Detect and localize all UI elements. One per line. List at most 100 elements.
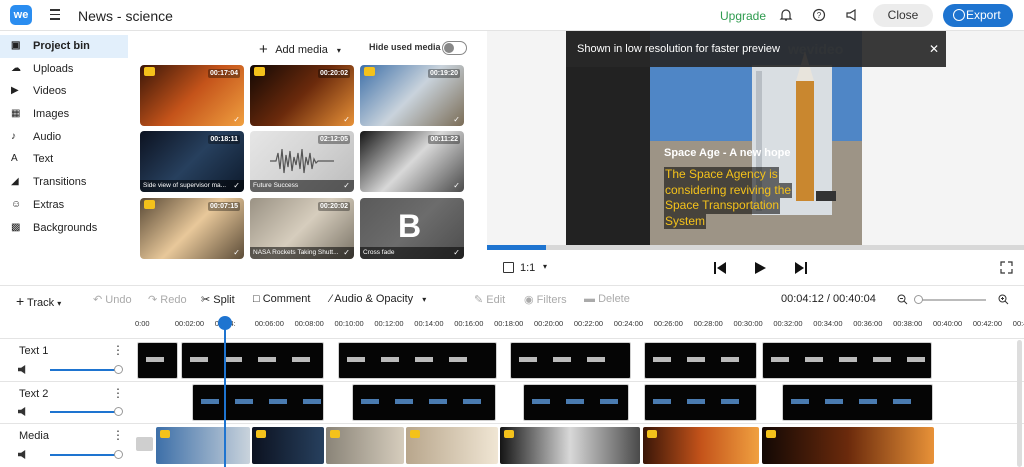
- media-clip[interactable]: [326, 427, 404, 464]
- media-clip[interactable]: [406, 427, 498, 464]
- track-name[interactable]: Text 1: [19, 345, 48, 357]
- check-icon: ✓: [233, 181, 240, 190]
- sidebar-item-uploads[interactable]: ☁ Uploads: [0, 58, 128, 81]
- sidebar-item-label: Project bin: [33, 40, 90, 52]
- edit-button[interactable]: ✎ Edit: [474, 293, 505, 306]
- comment-button[interactable]: □ Comment: [253, 293, 310, 305]
- playhead-handle[interactable]: [218, 316, 232, 330]
- sidebar-item-project-bin[interactable]: ▣ Project bin: [0, 35, 128, 58]
- media-clip[interactable]: [252, 427, 324, 464]
- sidebar-item-text[interactable]: A Text: [0, 148, 128, 171]
- playback-progress[interactable]: [487, 245, 1024, 250]
- media-clip[interactable]: [156, 427, 250, 464]
- export-button[interactable]: Export: [943, 4, 1013, 27]
- ruler-tick-label: 00:26:00: [653, 319, 683, 328]
- track-volume[interactable]: [18, 407, 123, 417]
- text-clip[interactable]: [762, 342, 932, 379]
- sidebar-item-label: Text: [33, 153, 54, 166]
- zoom-slider-knob[interactable]: [914, 295, 923, 304]
- close-icon[interactable]: ✕: [929, 42, 939, 56]
- text-clip[interactable]: [510, 342, 631, 379]
- text-clip[interactable]: [338, 342, 497, 379]
- track-name[interactable]: Media: [19, 430, 49, 442]
- sidebar-item-backgrounds[interactable]: ▩ Backgrounds: [0, 217, 128, 240]
- media-caption: NASA Rockets Taking Shutt...: [250, 247, 354, 259]
- project-title[interactable]: News - science: [78, 8, 173, 24]
- video-icon: ▶: [11, 85, 19, 97]
- media-thumbnail[interactable]: 00:20:02 ✓: [250, 65, 354, 126]
- add-media-label: Add media: [275, 44, 328, 56]
- redo-button[interactable]: ↷ Redo: [148, 293, 187, 306]
- more-vertical-icon[interactable]: ⋮: [112, 428, 124, 442]
- text-clip[interactable]: [181, 342, 324, 379]
- media-thumbnail[interactable]: 00:18:11 Side view of supervisor ma... ✓: [140, 131, 244, 192]
- crown-icon: [254, 67, 265, 76]
- audio-opacity-button[interactable]: ⁄ Audio & Opacity ▾: [330, 293, 426, 305]
- sidebar-item-videos[interactable]: ▶ Videos: [0, 80, 128, 103]
- trash-icon: ▬: [584, 293, 595, 305]
- text-clip[interactable]: [644, 342, 757, 379]
- zoom-slider[interactable]: [918, 299, 986, 301]
- play-icon[interactable]: [754, 261, 767, 275]
- wevideo-logo[interactable]: we: [10, 5, 32, 25]
- media-thumbnail[interactable]: 02:12:05 Future Success ✓: [250, 131, 354, 192]
- more-vertical-icon[interactable]: ⋮: [112, 386, 124, 400]
- upgrade-link[interactable]: Upgrade: [720, 9, 766, 23]
- text-clip[interactable]: [523, 384, 629, 421]
- hide-used-toggle[interactable]: [442, 41, 467, 55]
- add-track-button[interactable]: + Track ▾: [16, 293, 61, 309]
- zoom-in-icon[interactable]: [998, 294, 1009, 305]
- media-thumbnail[interactable]: 00:07:15 ✓: [140, 198, 244, 259]
- media-thumbnail[interactable]: 00:17:04 ✓: [140, 65, 244, 126]
- close-button[interactable]: Close: [873, 4, 933, 27]
- filters-button[interactable]: ◉ Filters: [524, 293, 567, 306]
- skip-forward-icon[interactable]: [794, 261, 808, 275]
- sidebar-item-transitions[interactable]: ◢ Transitions: [0, 171, 128, 194]
- skip-back-icon[interactable]: [713, 261, 727, 275]
- timeline-scrollbar[interactable]: [1017, 340, 1022, 467]
- text-clip[interactable]: [352, 384, 496, 421]
- timeline-ruler[interactable]: 0:0000:02:0000:04:00:06:0000:08:0000:10:…: [135, 315, 1024, 333]
- sidebar-item-extras[interactable]: ☺ Extras: [0, 194, 128, 217]
- track-thumbnail-toggle[interactable]: [136, 437, 153, 451]
- crown-icon: [504, 430, 514, 438]
- sidebar-item-audio[interactable]: ♪ Audio: [0, 126, 128, 149]
- more-vertical-icon[interactable]: ⋮: [112, 343, 124, 357]
- ruler-tick-label: 00:38:00: [893, 319, 923, 328]
- sidebar-item-images[interactable]: ▦ Images: [0, 103, 128, 126]
- media-thumbnail[interactable]: 00:19:20 ✓: [360, 65, 464, 126]
- chevron-down-icon[interactable]: ▾: [543, 262, 547, 271]
- text-clip[interactable]: [782, 384, 933, 421]
- text-clip[interactable]: [644, 384, 757, 421]
- playhead-line: [224, 323, 226, 467]
- track-volume[interactable]: [18, 365, 123, 375]
- media-clip[interactable]: [762, 427, 934, 464]
- media-thumbnail[interactable]: 00:20:02 NASA Rockets Taking Shutt... ✓: [250, 198, 354, 259]
- ruler-tick-label: 00:20:00: [534, 319, 564, 328]
- split-button[interactable]: ✂ Split: [201, 293, 235, 306]
- track-name[interactable]: Text 2: [19, 388, 48, 400]
- menu-icon[interactable]: [50, 9, 60, 20]
- track-volume[interactable]: [18, 450, 123, 460]
- delete-button[interactable]: ▬ Delete: [584, 293, 630, 305]
- filters-icon: ◉: [524, 294, 534, 306]
- aspect-ratio-label[interactable]: 1:1: [520, 262, 535, 274]
- ruler-tick-label: 00:32:00: [773, 319, 803, 328]
- text-clip[interactable]: [137, 342, 178, 379]
- fullscreen-icon[interactable]: [1000, 261, 1013, 274]
- bell-icon[interactable]: [779, 8, 793, 22]
- text-clip[interactable]: [192, 384, 324, 421]
- ruler-tick-label: 00:12:00: [374, 319, 404, 328]
- zoom-out-icon[interactable]: [897, 294, 908, 305]
- media-thumbnail[interactable]: 00:11:22 ✓: [360, 131, 464, 192]
- announcement-icon[interactable]: [845, 8, 859, 22]
- undo-button[interactable]: ↶ Undo: [93, 293, 132, 306]
- media-duration: 00:20:02: [317, 202, 350, 211]
- media-clip[interactable]: [643, 427, 759, 464]
- ruler-tick-label: 00:18:00: [494, 319, 524, 328]
- media-thumbnail[interactable]: B Cross fade ✓: [360, 198, 464, 259]
- media-clip[interactable]: [500, 427, 640, 464]
- help-icon[interactable]: ?: [812, 8, 826, 22]
- add-media-button[interactable]: + Add media ▾: [259, 40, 341, 58]
- aspect-checkbox[interactable]: [503, 262, 514, 273]
